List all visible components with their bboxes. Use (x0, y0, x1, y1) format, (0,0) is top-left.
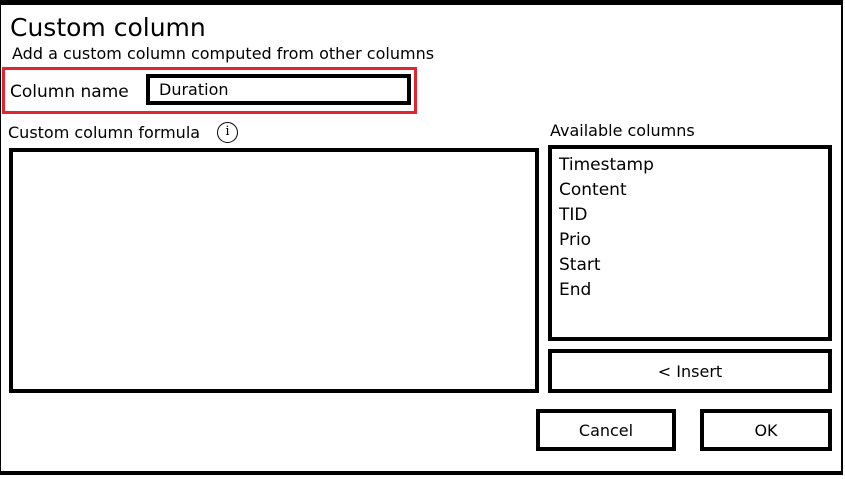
available-columns-label: Available columns (550, 121, 695, 140)
column-item-end[interactable]: End (559, 278, 828, 303)
column-item-start[interactable]: Start (559, 253, 828, 278)
dialog-subtitle: Add a custom column computed from other … (12, 44, 435, 63)
column-item-content[interactable]: Content (559, 178, 828, 203)
info-icon[interactable]: i (217, 122, 238, 143)
column-name-label: Column name (10, 82, 129, 102)
available-columns-list[interactable]: Timestamp Content TID Prio Start End (548, 145, 832, 341)
column-item-prio[interactable]: Prio (559, 228, 828, 253)
formula-label: Custom column formula (8, 123, 201, 142)
column-name-input[interactable] (146, 74, 411, 105)
dialog-title: Custom column (10, 13, 206, 42)
cancel-button[interactable]: Cancel (536, 409, 676, 451)
column-item-tid[interactable]: TID (559, 203, 828, 228)
ok-button[interactable]: OK (700, 409, 832, 451)
formula-textarea[interactable] (9, 148, 539, 393)
insert-button[interactable]: < Insert (548, 349, 832, 393)
column-item-timestamp[interactable]: Timestamp (559, 153, 828, 178)
